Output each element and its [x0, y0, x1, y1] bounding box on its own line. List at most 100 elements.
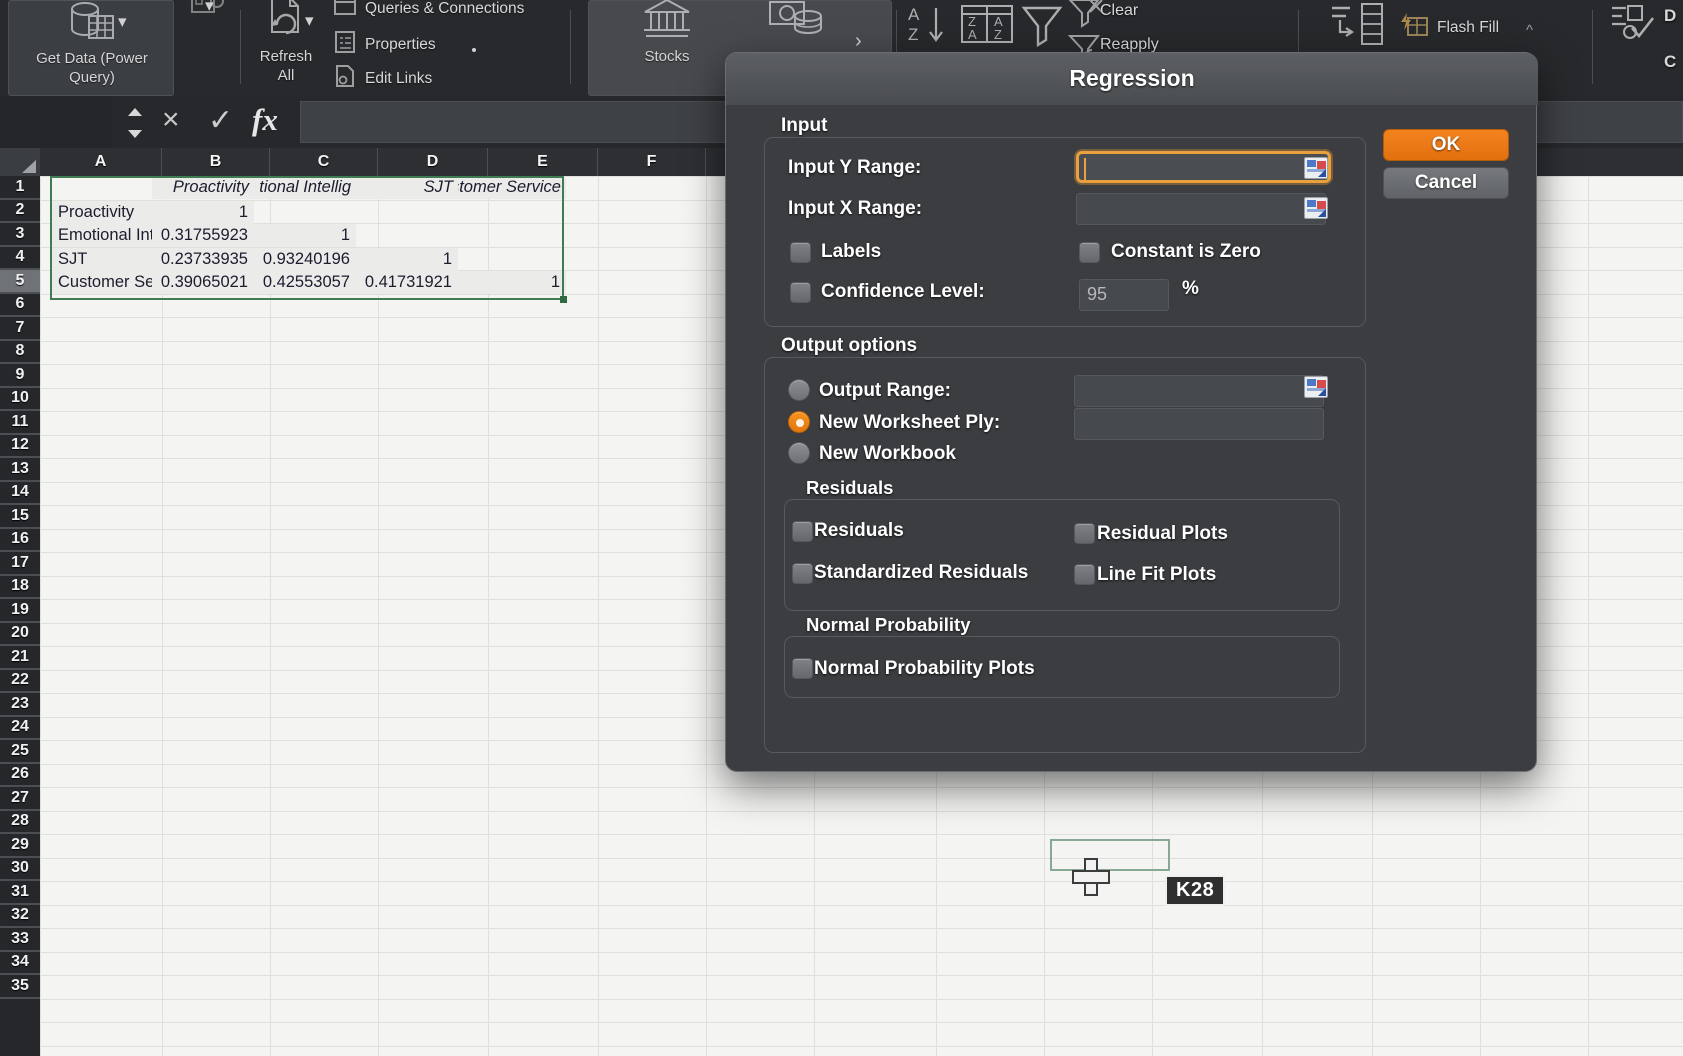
output-range-field[interactable]	[1074, 375, 1324, 407]
row-header-10[interactable]: 10	[0, 388, 40, 411]
new-worksheet-ply-radio[interactable]	[788, 411, 810, 433]
data-validation-label[interactable]: D	[1664, 6, 1676, 26]
row-header-28[interactable]: 28	[0, 811, 40, 834]
insert-function-icon[interactable]: fx	[252, 102, 278, 138]
row-header-3[interactable]: 3	[0, 223, 40, 247]
enter-formula-icon[interactable]: ✓	[208, 103, 233, 138]
select-all-corner[interactable]	[0, 148, 40, 176]
new-workbook-radio[interactable]	[788, 442, 810, 464]
currency-icon	[768, 0, 826, 47]
row-header-2[interactable]: 2	[0, 200, 40, 223]
row-header-21[interactable]: 21	[0, 646, 40, 670]
row-header-9[interactable]: 9	[0, 364, 40, 388]
edit-links-button[interactable]: Edit Links	[334, 65, 432, 92]
row-header-11[interactable]: 11	[0, 411, 40, 435]
column-header-c[interactable]: C	[270, 148, 378, 176]
row-header-34[interactable]: 34	[0, 952, 40, 975]
normal-probability-plots-checkbox[interactable]	[792, 658, 813, 679]
ok-button[interactable]: OK	[1383, 129, 1509, 161]
output-range-picker-button[interactable]	[1304, 376, 1328, 398]
flash-fill-button[interactable]: Flash Fill	[1400, 12, 1499, 43]
column-header-a[interactable]: A	[40, 148, 162, 176]
standardized-residuals-checkbox[interactable]	[792, 563, 813, 584]
column-header-d[interactable]: D	[378, 148, 488, 176]
row-header-31[interactable]: 31	[0, 881, 40, 905]
svg-text:Z: Z	[994, 27, 1002, 42]
row-header-17[interactable]: 17	[0, 552, 40, 576]
row-header-7[interactable]: 7	[0, 317, 40, 341]
consolidate-label[interactable]: C	[1664, 52, 1676, 72]
custom-sort-icon[interactable]: Z A A Z	[960, 2, 1016, 53]
row-header-30[interactable]: 30	[0, 858, 40, 881]
row-header-5[interactable]: 5	[0, 270, 40, 294]
ribbon-separator-1	[240, 10, 241, 84]
cancel-button[interactable]: Cancel	[1383, 167, 1509, 199]
confidence-level-field[interactable]: 95	[1079, 279, 1169, 311]
output-range-radio[interactable]	[788, 379, 810, 401]
row-header-18[interactable]: 18	[0, 576, 40, 599]
row-header-24[interactable]: 24	[0, 717, 40, 740]
queries-connections-button[interactable]: Queries & Connections	[334, 0, 524, 21]
currencies-button[interactable]	[742, 0, 852, 47]
row-header-32[interactable]: 32	[0, 905, 40, 928]
data-validation-icon[interactable]	[1608, 2, 1660, 51]
input-x-range-picker-button[interactable]	[1304, 197, 1328, 219]
queries-connections-label: Queries & Connections	[365, 0, 525, 17]
picker-icon-part-1	[1307, 200, 1316, 207]
row-header-26[interactable]: 26	[0, 764, 40, 787]
line-fit-plots-checkbox[interactable]	[1074, 564, 1095, 585]
spinner-up-icon[interactable]	[128, 108, 142, 116]
labels-checkbox[interactable]	[790, 242, 811, 263]
get-data-button[interactable]: Get Data (Power Query)	[14, 0, 170, 87]
row-header-12[interactable]: 12	[0, 435, 40, 458]
get-data-chevron-down-icon[interactable]: ▾	[118, 12, 127, 32]
input-y-range-picker-button[interactable]	[1304, 157, 1328, 179]
residual-plots-checkbox[interactable]	[1074, 523, 1095, 544]
residuals-checkbox[interactable]	[792, 521, 813, 542]
output-range-label: Output Range:	[819, 380, 951, 401]
row-header-6[interactable]: 6	[0, 294, 40, 317]
spinner-down-icon[interactable]	[128, 130, 142, 138]
input-y-range-field[interactable]	[1076, 151, 1331, 183]
sort-ascending-icon[interactable]: A Z	[906, 2, 956, 53]
column-header-b[interactable]: B	[162, 148, 270, 176]
from-picture-chevron-down-icon[interactable]: ▾	[205, 0, 214, 16]
row-header-33[interactable]: 33	[0, 928, 40, 952]
row-header-16[interactable]: 16	[0, 529, 40, 552]
row-header-23[interactable]: 23	[0, 693, 40, 717]
gridline-vertical	[40, 176, 41, 1056]
row-header-35[interactable]: 35	[0, 975, 40, 999]
clear-label[interactable]: Clear	[1100, 2, 1138, 20]
data-types-expand-icon[interactable]: ›	[855, 30, 862, 53]
filter-icon[interactable]	[1018, 2, 1066, 53]
row-header-13[interactable]: 13	[0, 458, 40, 482]
bank-icon	[640, 0, 694, 47]
name-box[interactable]	[0, 96, 112, 148]
new-worksheet-ply-field[interactable]	[1074, 408, 1324, 440]
stocks-button[interactable]: Stocks	[612, 0, 722, 66]
cancel-formula-icon[interactable]: ×	[162, 103, 180, 137]
input-x-range-field[interactable]	[1076, 193, 1326, 225]
row-header-25[interactable]: 25	[0, 740, 40, 764]
refresh-all-chevron-down-icon[interactable]: ▾	[305, 11, 314, 31]
row-header-15[interactable]: 15	[0, 505, 40, 529]
normal-probability-plots-label: Normal Probability Plots	[814, 658, 1035, 679]
confidence-level-checkbox[interactable]	[790, 282, 811, 303]
column-header-f[interactable]: F	[598, 148, 706, 176]
row-header-4[interactable]: 4	[0, 247, 40, 270]
text-to-columns-icon[interactable]	[1328, 2, 1386, 53]
row-header-20[interactable]: 20	[0, 623, 40, 646]
row-header-22[interactable]: 22	[0, 670, 40, 693]
properties-button[interactable]: Properties	[334, 31, 436, 58]
row-header-1[interactable]: 1	[0, 176, 40, 200]
row-header-8[interactable]: 8	[0, 341, 40, 364]
row-header-29[interactable]: 29	[0, 834, 40, 858]
column-header-e[interactable]: E	[488, 148, 598, 176]
row-header-27[interactable]: 27	[0, 787, 40, 811]
name-box-spinner[interactable]	[126, 108, 144, 138]
row-header-14[interactable]: 14	[0, 482, 40, 505]
active-cell-outline[interactable]	[1050, 839, 1170, 871]
constant-is-zero-checkbox[interactable]	[1079, 242, 1100, 263]
range-fill-handle[interactable]	[560, 296, 567, 303]
row-header-19[interactable]: 19	[0, 599, 40, 623]
